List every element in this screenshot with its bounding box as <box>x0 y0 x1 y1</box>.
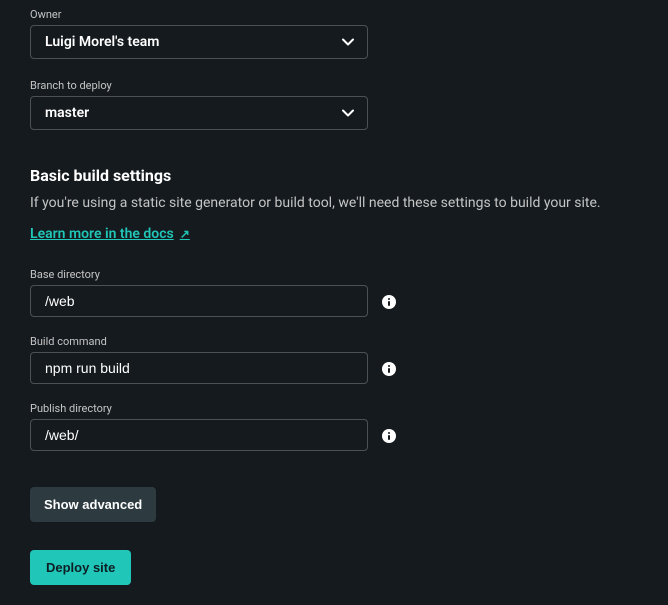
owner-select[interactable]: Luigi Morel's team <box>30 25 368 59</box>
owner-select-wrapper[interactable]: Luigi Morel's team <box>30 25 368 59</box>
deploy-site-button[interactable]: Deploy site <box>30 550 131 585</box>
info-icon[interactable] <box>382 362 396 376</box>
branch-select-wrapper[interactable]: master <box>30 96 368 130</box>
external-link-icon: ↗ <box>180 227 190 241</box>
info-icon[interactable] <box>382 295 396 309</box>
build-command-input[interactable] <box>30 352 368 384</box>
publish-directory-input[interactable] <box>30 419 368 451</box>
publish-directory-label: Publish directory <box>30 402 368 415</box>
build-settings-heading: Basic build settings <box>30 166 638 185</box>
branch-label: Branch to deploy <box>30 79 638 92</box>
base-directory-label: Base directory <box>30 268 368 281</box>
base-directory-input[interactable] <box>30 285 368 317</box>
info-icon[interactable] <box>382 429 396 443</box>
branch-select[interactable]: master <box>30 96 368 130</box>
docs-link-text: Learn more in the docs <box>30 226 174 242</box>
build-command-label: Build command <box>30 335 368 348</box>
build-settings-description: If you're using a static site generator … <box>30 195 638 211</box>
owner-label: Owner <box>30 8 638 21</box>
docs-link[interactable]: Learn more in the docs ↗ <box>30 226 190 242</box>
show-advanced-button[interactable]: Show advanced <box>30 487 156 522</box>
